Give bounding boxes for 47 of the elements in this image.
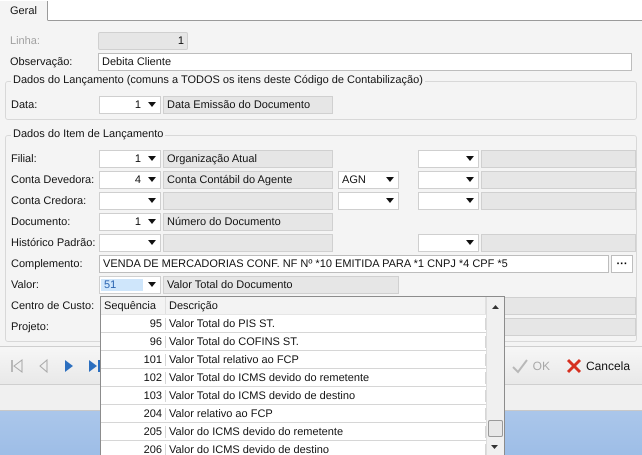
field-label: Documento:	[11, 216, 72, 228]
lookup-dropdown[interactable]: AGN	[338, 170, 399, 188]
field-label: Filial:	[11, 152, 38, 164]
field-label: Complemento:	[11, 258, 84, 270]
field-label: Linha:	[10, 34, 41, 46]
cancel-button[interactable]: Cancela	[562, 356, 634, 376]
list-row[interactable]: 95 Valor Total do PIS ST.	[101, 315, 486, 333]
observacao-field[interactable]: Debita Cliente	[98, 52, 632, 70]
lookup-dropdown[interactable]: 1	[99, 150, 161, 168]
field-label: Centro de Custo:	[11, 300, 96, 312]
description-field: Organização Atual	[163, 150, 333, 168]
group-title: Dados do Lançamento (comuns a TODOS os itens deste Código de Contabilização)	[11, 74, 425, 86]
sequence-cell: 103	[101, 390, 166, 402]
list-row[interactable]: 96 Valor Total do COFINS ST.	[101, 333, 486, 351]
column-header[interactable]: Descrição	[166, 297, 486, 314]
sequence-cell: 101	[101, 354, 166, 366]
sequence-cell: 205	[101, 426, 166, 438]
group-title: Dados do Item de Lançamento	[11, 128, 166, 140]
complemento-field[interactable]: VENDA DE MERCADORIAS CONF. NF Nº *10 EMITIDA PARA *1 CNPJ *4 CPF *5	[99, 254, 609, 272]
field-label: Observação:	[10, 56, 74, 68]
list-row[interactable]: 102 Valor Total do ICMS devido do remetente	[101, 369, 486, 387]
list-row[interactable]: 204 Valor relativo ao FCP	[101, 405, 486, 423]
description-field: Data Emissão do Documento	[163, 96, 333, 114]
lookup-dropdown[interactable]: 51	[99, 276, 161, 294]
sequence-cell: 204	[101, 408, 166, 420]
sequence-cell: 102	[101, 372, 166, 384]
lookup-dropdown[interactable]: 1	[99, 96, 161, 114]
description-field: Valor Total do Documento	[163, 276, 399, 294]
tab[interactable]: Geral	[0, 1, 48, 21]
list-row[interactable]: 101 Valor Total relativo ao FCP	[101, 351, 486, 369]
field-label: Conta Devedora:	[11, 174, 96, 186]
description-field: Número do Documento	[163, 212, 333, 230]
lookup-dropdown[interactable]: 4	[99, 170, 161, 188]
list-row[interactable]: 205 Valor do ICMS devido do remetente	[101, 423, 486, 441]
field-label: Conta Credora:	[11, 194, 88, 206]
column-header[interactable]: Sequência	[101, 297, 166, 314]
sequence-cell: 206	[101, 444, 166, 455]
linha-field: 1	[98, 32, 188, 50]
sequence-cell: 95	[101, 318, 166, 330]
field-label: Valor:	[11, 278, 40, 290]
field-label: Histórico Padrão:	[11, 236, 96, 248]
field-label: Projeto:	[11, 320, 50, 332]
field-label: Data:	[11, 98, 38, 110]
sequence-cell: 96	[101, 336, 166, 348]
lookup-dropdown[interactable]: 1	[99, 212, 161, 230]
description-field: Conta Contábil do Agente	[163, 170, 333, 188]
ellipsis-button[interactable]: ···	[611, 254, 633, 272]
